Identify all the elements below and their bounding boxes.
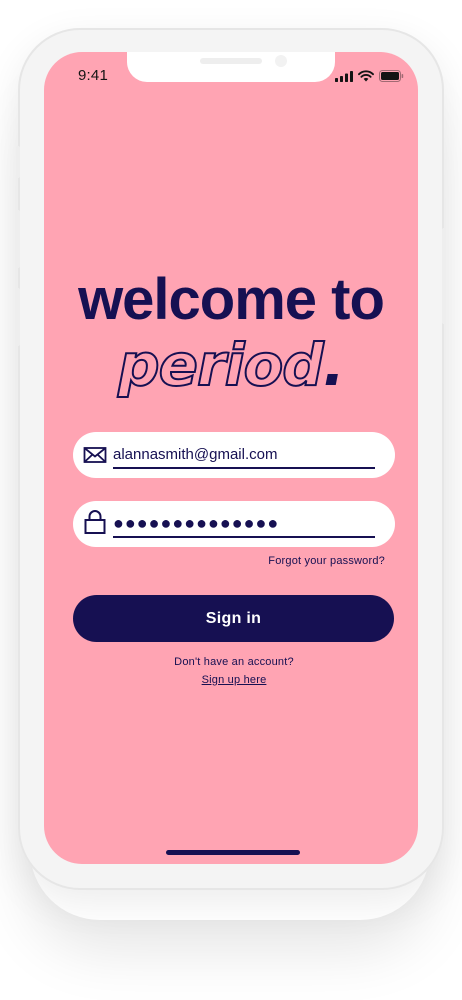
volume-down-button [16, 288, 20, 346]
notch [127, 52, 335, 82]
no-account-text: Don't have an account? [174, 656, 294, 668]
battery-icon [379, 69, 404, 87]
status-icons [335, 69, 404, 87]
app-screen: 9:41 welcome to period. alannasmith@gmai… [44, 52, 418, 864]
front-camera [275, 55, 287, 67]
device-mockup: 9:41 welcome to period. alannasmith@gmai… [0, 0, 462, 1000]
email-field[interactable] [73, 432, 395, 478]
brand-logo: period. [44, 330, 418, 400]
sign-in-button[interactable]: Sign in [73, 595, 394, 642]
envelope-icon [83, 443, 107, 467]
sign-up-link[interactable]: Sign up here [44, 674, 418, 686]
lock-icon [83, 510, 107, 536]
status-time: 9:41 [78, 67, 108, 84]
power-button [442, 228, 446, 324]
welcome-headline: welcome to [78, 267, 385, 332]
volume-up-button [16, 210, 20, 268]
speaker-grille [200, 58, 262, 64]
forgot-password-link[interactable]: Forgot your password? [268, 555, 385, 567]
brand-name: period [117, 330, 325, 400]
mute-switch [16, 146, 20, 178]
brand-dot: . [322, 331, 345, 399]
wifi-icon [358, 69, 374, 87]
password-underline [113, 536, 375, 538]
password-field[interactable] [73, 501, 395, 547]
password-input[interactable] [113, 510, 373, 536]
email-underline [113, 467, 375, 469]
email-input[interactable] [113, 441, 373, 467]
home-indicator[interactable] [166, 850, 300, 855]
cellular-signal-icon [335, 69, 353, 87]
